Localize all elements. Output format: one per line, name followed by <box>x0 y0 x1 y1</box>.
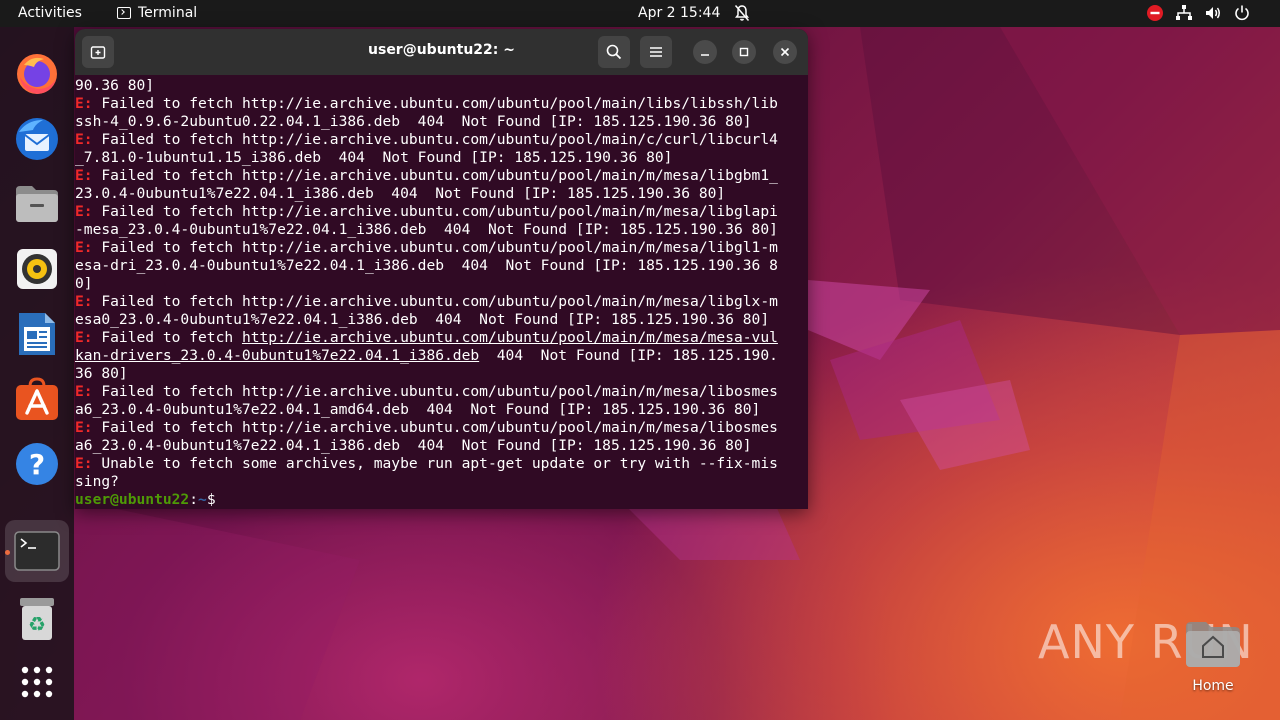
output-line: esa-dri_23.0.4-0ubuntu1%7e22.04.1_i386.d… <box>75 257 778 274</box>
output-line: E: Failed to fetch http://ie.archive.ubu… <box>75 419 778 436</box>
shell-prompt[interactable]: user@ubuntu22:~$ <box>75 491 216 509</box>
files-icon <box>16 186 58 222</box>
desktop-home-folder[interactable] <box>1184 619 1242 669</box>
output-line: 0] <box>75 275 93 292</box>
svg-text:?: ? <box>29 448 45 481</box>
output-line: E: Failed to fetch http://ie.archive.ubu… <box>75 131 778 148</box>
system-tray[interactable] <box>1146 4 1251 22</box>
notification-bell-icon[interactable] <box>734 4 750 22</box>
dock-item-files[interactable] <box>5 172 69 234</box>
dock: ? ♻ <box>0 27 74 720</box>
dock-item-thunderbird[interactable] <box>5 107 69 169</box>
trash-icon: ♻ <box>20 598 54 640</box>
output-line: -mesa_23.0.4-0ubuntu1%7e22.04.1_i386.deb… <box>75 221 778 238</box>
maximize-icon <box>739 47 749 57</box>
output-line: E: Failed to fetch http://ie.archive.ubu… <box>75 167 778 184</box>
dock-item-writer[interactable] <box>5 303 69 365</box>
app-center-icon <box>16 377 58 420</box>
search-icon <box>606 44 622 60</box>
hovered-url-link[interactable]: http://ie.archive.ubuntu.com/ubuntu/pool… <box>242 329 778 346</box>
output-line: ssh-4_0.9.6-2ubuntu0.22.04.1_i386.deb 40… <box>75 113 752 130</box>
output-line: E: Failed to fetch http://ie.archive.ubu… <box>75 95 778 112</box>
output-line: _7.81.0-1ubuntu1.15_i386.deb 404 Not Fou… <box>75 149 673 166</box>
dock-item-trash[interactable]: ♻ <box>5 588 69 650</box>
output-line: 36 80] <box>75 365 128 382</box>
terminal-output[interactable]: 90.36 80] E: Failed to fetch http://ie.a… <box>75 75 808 509</box>
prompt-symbol: $ <box>206 491 216 508</box>
prompt-user-host: user@ubuntu22 <box>75 491 190 508</box>
dock-item-firefox[interactable] <box>5 43 69 105</box>
hovered-url-link[interactable]: kan-drivers_23.0.4-0ubuntu1%7e22.04.1_i3… <box>75 347 479 364</box>
home-folder-label: Home <box>1192 678 1234 694</box>
output-line: a6_23.0.4-0ubuntu1%7e22.04.1_amd64.deb 4… <box>75 401 761 418</box>
maximize-button[interactable] <box>732 40 756 64</box>
terminal-window[interactable]: user@ubuntu22: ~ 90.36 80] E: Failed to … <box>75 29 808 509</box>
output-line: E: Unable to fetch some archives, maybe … <box>75 455 778 472</box>
dock-item-show-apps[interactable] <box>5 651 69 713</box>
output-line: a6_23.0.4-0ubuntu1%7e22.04.1_i386.deb 40… <box>75 437 752 454</box>
home-folder-icon <box>1186 622 1240 667</box>
terminal-headerbar[interactable]: user@ubuntu22: ~ <box>75 29 808 75</box>
search-button[interactable] <box>598 36 630 68</box>
terminal-small-icon <box>117 7 131 19</box>
activities-button[interactable]: Activities <box>18 5 82 21</box>
terminal-icon <box>14 531 60 571</box>
show-apps-icon <box>21 666 53 698</box>
volume-icon[interactable] <box>1204 4 1222 22</box>
do-not-disturb-icon[interactable] <box>1146 4 1164 22</box>
hamburger-menu-icon <box>650 47 662 57</box>
svg-text:♻: ♻ <box>28 612 46 636</box>
dock-item-app-center[interactable] <box>5 368 69 430</box>
output-line: 23.0.4-0ubuntu1%7e22.04.1_i386.deb 404 N… <box>75 185 726 202</box>
clock[interactable]: Apr 2 15:44 <box>638 5 720 21</box>
output-line: 90.36 80] <box>75 77 155 94</box>
rhythmbox-icon <box>17 249 57 289</box>
output-line: E: Failed to fetch http://ie.archive.ubu… <box>75 239 778 256</box>
help-icon: ? <box>16 443 58 485</box>
menu-button[interactable] <box>640 36 672 68</box>
output-line: E: Failed to fetch http://ie.archive.ubu… <box>75 383 778 400</box>
libreoffice-writer-icon <box>19 313 55 355</box>
output-line: kan-drivers_23.0.4-0ubuntu1%7e22.04.1_i3… <box>75 347 778 364</box>
firefox-icon <box>17 54 57 94</box>
minimize-icon <box>701 54 709 56</box>
output-line: sing? <box>75 473 119 490</box>
thunderbird-icon <box>16 118 58 160</box>
close-button[interactable] <box>773 40 797 64</box>
output-line: E: Failed to fetch http://ie.archive.ubu… <box>75 329 778 346</box>
dock-item-terminal[interactable] <box>5 520 69 582</box>
prompt-separator: : <box>189 491 199 508</box>
dock-item-rhythmbox[interactable] <box>5 238 69 300</box>
power-icon[interactable] <box>1233 4 1251 22</box>
minimize-button[interactable] <box>693 40 717 64</box>
app-menu[interactable]: Terminal <box>117 5 197 21</box>
output-line: E: Failed to fetch http://ie.archive.ubu… <box>75 203 778 220</box>
top-bar: Activities Terminal Apr 2 15:44 <box>0 0 1280 27</box>
app-menu-label: Terminal <box>138 5 198 21</box>
output-line: esa0_23.0.4-0ubuntu1%7e22.04.1_i386.deb … <box>75 311 770 328</box>
prompt-path: ~ <box>198 491 207 508</box>
close-icon <box>780 47 790 57</box>
dock-item-help[interactable]: ? <box>5 433 69 495</box>
network-wired-icon[interactable] <box>1175 4 1193 22</box>
output-line: E: Failed to fetch http://ie.archive.ubu… <box>75 293 778 310</box>
